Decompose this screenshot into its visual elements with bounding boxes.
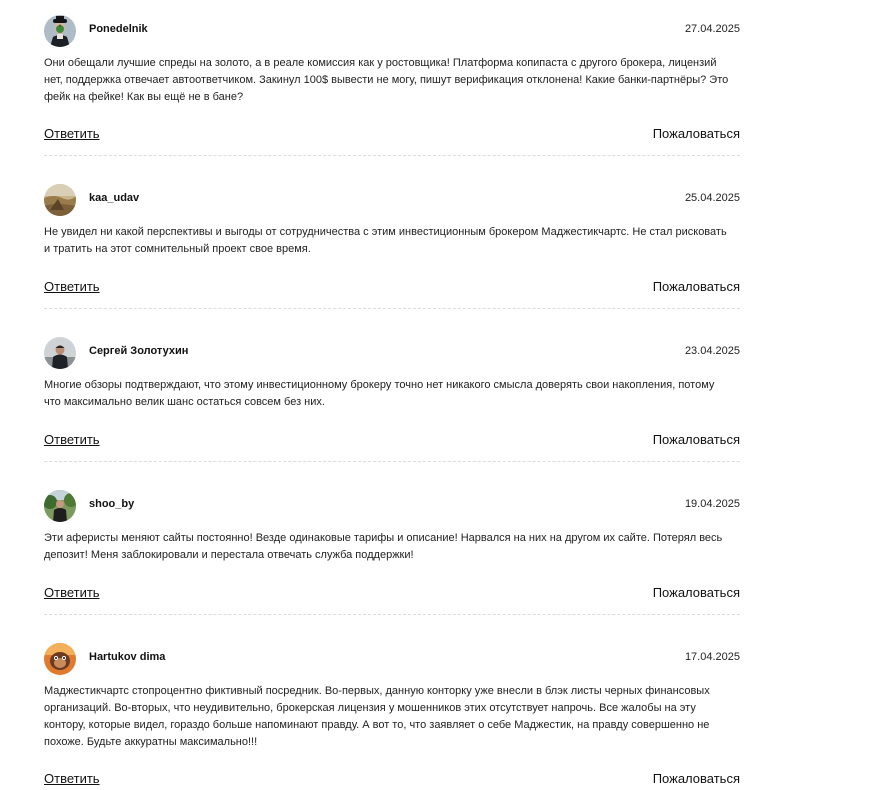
reply-link[interactable]: Ответить [44,126,100,141]
comment-author: Ponedelnik [89,23,148,35]
comment-actions: Ответить Пожаловаться [44,279,740,297]
comment-text: Они обещали лучшие спреды на золото, а в… [44,57,729,103]
comments-list: Ponedelnik 27.04.2025 Они обещали лучшие… [0,0,871,790]
person-in-dark-jacket-icon [44,337,76,369]
comment-item: Сергей Золотухин 23.04.2025 Многие обзор… [44,337,740,462]
landscape-photo-icon [44,184,76,216]
comment-header: shoo_by 19.04.2025 [44,490,740,522]
avatar[interactable] [44,184,76,216]
reply-link[interactable]: Ответить [44,771,100,786]
comment-header: kaa_udav 25.04.2025 [44,184,740,216]
avatar[interactable] [44,643,76,675]
report-link[interactable]: Пожаловаться [653,585,740,600]
report-link[interactable]: Пожаловаться [653,771,740,786]
comment-author: Сергей Золотухин [89,345,189,357]
reply-link[interactable]: Ответить [44,585,100,600]
comment-date: 23.04.2025 [684,345,740,357]
comment-date: 17.04.2025 [684,651,740,663]
comment-header: Ponedelnik 27.04.2025 [44,15,740,47]
reply-link[interactable]: Ответить [44,432,100,447]
comment-date: 19.04.2025 [684,498,740,510]
comment-item: kaa_udav 25.04.2025 Не увидел ни какой п… [44,184,740,309]
report-link[interactable]: Пожаловаться [653,432,740,447]
comment-actions: Ответить Пожаловаться [44,585,740,603]
comment-header: Сергей Золотухин 23.04.2025 [44,337,740,369]
comment-date: 25.04.2025 [684,192,740,204]
comment-actions: Ответить Пожаловаться [44,771,740,789]
comment-author: Hartukov dima [89,651,166,663]
comment-text: Не увидел ни какой перспективы и выгоды … [44,226,727,255]
comment-actions: Ответить Пожаловаться [44,126,740,144]
reply-link[interactable]: Ответить [44,279,100,294]
comment-item: Ponedelnik 27.04.2025 Они обещали лучшие… [44,15,740,156]
report-link[interactable]: Пожаловаться [653,279,740,294]
comment-text: Эти аферисты меняют сайты постоянно! Вез… [44,532,723,561]
comment-item: shoo_by 19.04.2025 Эти аферисты меняют с… [44,490,740,615]
cartoon-character-icon [44,643,76,675]
avatar[interactable] [44,15,76,47]
comment-author: shoo_by [89,498,135,510]
avatar[interactable] [44,490,76,522]
comment-author: kaa_udav [89,192,140,204]
report-link[interactable]: Пожаловаться [653,126,740,141]
comment-text: Многие обзоры подтверждают, что этому ин… [44,379,715,408]
comment-date: 27.04.2025 [684,23,740,35]
comment-text: Маджестикчартс стопроцентно фиктивный по… [44,685,710,748]
comment-item: Hartukov dima 17.04.2025 Маджестикчартс … [44,643,740,790]
avatar[interactable] [44,337,76,369]
person-outdoors-trees-icon [44,490,76,522]
comment-header: Hartukov dima 17.04.2025 [44,643,740,675]
comment-actions: Ответить Пожаловаться [44,432,740,450]
magritte-apple-face-icon [44,15,76,47]
